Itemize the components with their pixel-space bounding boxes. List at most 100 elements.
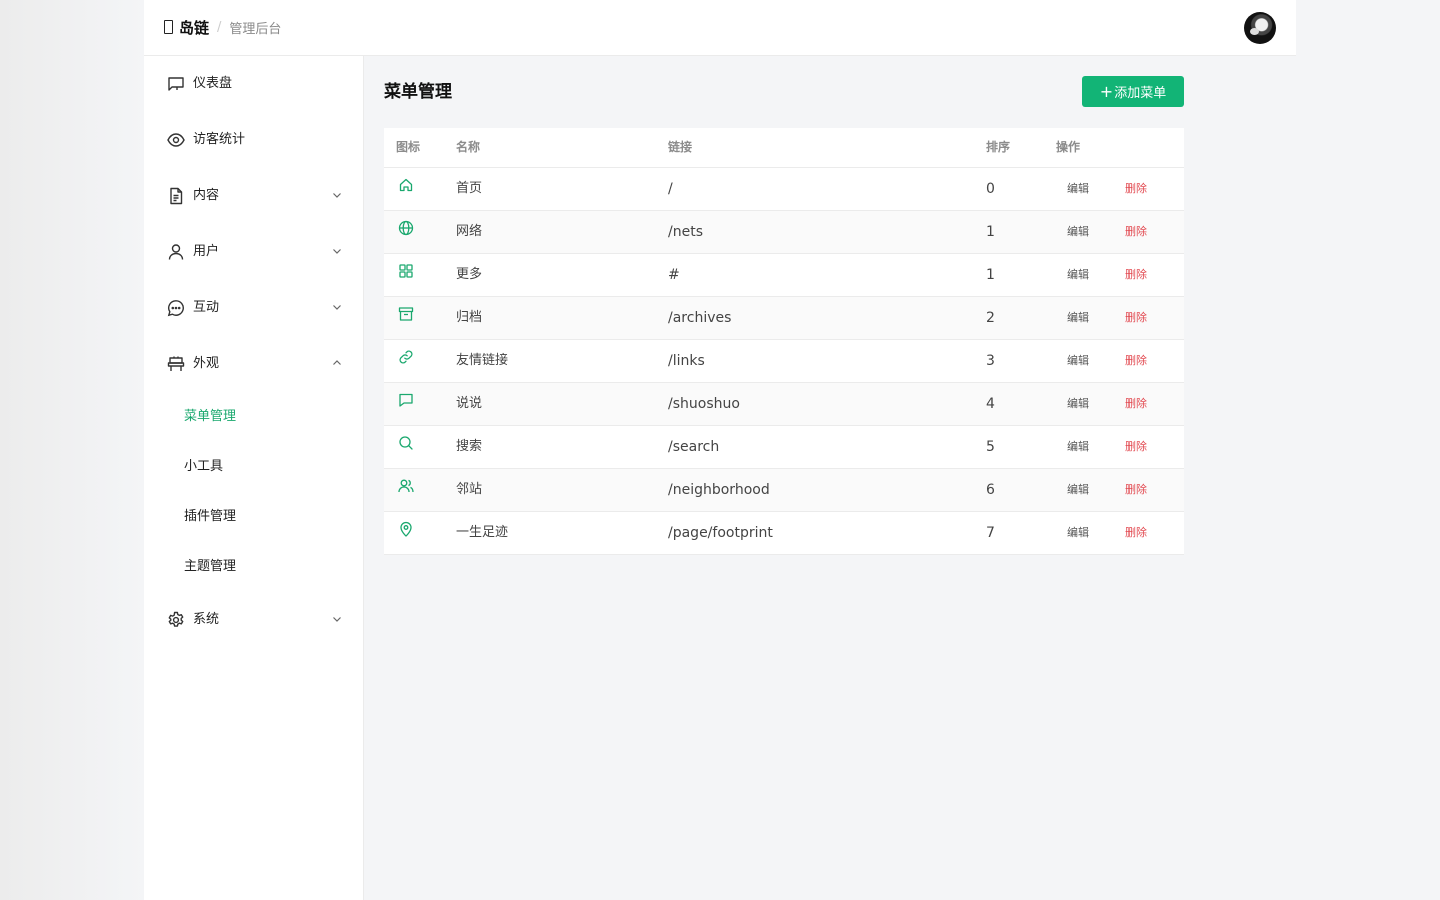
sidebar-subitem-themes[interactable]: 主题管理 [144,542,363,592]
sidebar-item-system[interactable]: 系统 [144,592,363,648]
chat-icon [167,299,185,317]
table-row: 一生足迹 /page/footprint 7 编辑 删除 [384,512,1184,555]
eye-icon [167,131,185,149]
top-bar: 岛链 / 管理后台 [144,0,1296,56]
brand-name: 岛链 [179,18,210,37]
sidebar-item-label: 系统 [193,612,220,627]
add-menu-button[interactable]: + 添加菜单 [1082,76,1184,107]
brand-separator: / [217,19,222,35]
appearance-icon [167,355,185,373]
sidebar-subitem-label: 插件管理 [184,509,237,524]
gear-icon [167,611,185,629]
column-header-order: 排序 [986,140,1011,154]
menu-order: 1 [986,267,995,283]
edit-button[interactable]: 编辑 [1067,397,1089,411]
menu-order: 6 [986,482,995,498]
menu-name: 更多 [456,267,483,282]
grid-icon [398,263,414,279]
delete-button[interactable]: 删除 [1125,440,1147,454]
menu-order: 1 [986,224,995,240]
dashboard-icon [167,75,185,93]
edit-button[interactable]: 编辑 [1067,354,1089,368]
menu-order: 3 [986,353,995,369]
sidebar-subitem-menu-management[interactable]: 菜单管理 [144,392,363,442]
delete-button[interactable]: 删除 [1125,483,1147,497]
edit-button[interactable]: 编辑 [1067,225,1089,239]
delete-button[interactable]: 删除 [1125,268,1147,282]
archive-icon [398,306,414,322]
delete-button[interactable]: 删除 [1125,225,1147,239]
delete-button[interactable]: 删除 [1125,311,1147,325]
sidebar-item-label: 互动 [193,300,220,315]
delete-button[interactable]: 删除 [1125,397,1147,411]
menu-name: 友情链接 [456,353,509,368]
plus-icon: + [1099,81,1114,101]
sidebar-item-content[interactable]: 内容 [144,168,363,224]
chevron-down-icon [331,613,343,625]
menu-name: 邻站 [456,482,483,497]
table-row: 说说 /shuoshuo 4 编辑 删除 [384,383,1184,426]
menu-link: /search [668,439,720,455]
sidebar-item-appearance[interactable]: 外观 [144,336,363,392]
table-row: 首页 / 0 编辑 删除 [384,168,1184,211]
sidebar-subitem-label: 小工具 [184,459,224,474]
sidebar-item-dashboard[interactable]: 仪表盘 [144,56,363,112]
table-row: 归档 /archives 2 编辑 删除 [384,297,1184,340]
delete-button[interactable]: 删除 [1125,526,1147,540]
menu-name: 一生足迹 [456,525,509,540]
menu-link: /nets [668,224,703,240]
menu-order: 5 [986,439,995,455]
link-icon [398,349,414,365]
user-icon [167,243,185,261]
sidebar-subitem-widgets[interactable]: 小工具 [144,442,363,492]
chevron-down-icon [331,245,343,257]
app-shell: 岛链 / 管理后台 仪表盘 访客统计 内容 用户 互动 外观 菜单管理 小工具 … [144,0,1296,900]
delete-button[interactable]: 删除 [1125,354,1147,368]
menu-link: /page/footprint [668,525,773,541]
table-row: 搜索 /search 5 编辑 删除 [384,426,1184,469]
edit-button[interactable]: 编辑 [1067,526,1089,540]
page-title: 菜单管理 [384,82,452,102]
menu-link: # [668,267,680,283]
menu-name: 说说 [456,396,483,411]
menu-link: /shuoshuo [668,396,740,412]
brand-subtitle: 管理后台 [229,21,282,37]
menu-link: / [668,181,673,197]
sidebar-item-label: 仪表盘 [193,76,233,91]
avatar[interactable] [1244,12,1276,44]
menu-order: 0 [986,181,995,197]
delete-button[interactable]: 删除 [1125,182,1147,196]
column-header-link: 链接 [668,140,693,154]
edit-button[interactable]: 编辑 [1067,182,1089,196]
edit-button[interactable]: 编辑 [1067,483,1089,497]
map-pin-icon [398,521,414,537]
table-row: 更多 # 1 编辑 删除 [384,254,1184,297]
sidebar-item-label: 内容 [193,188,220,203]
users-icon [398,478,414,494]
menu-order: 4 [986,396,995,412]
edit-button[interactable]: 编辑 [1067,440,1089,454]
search-icon [398,435,414,451]
sidebar-item-label: 访客统计 [193,132,246,147]
brand-logo-icon [164,20,173,34]
sidebar-subitem-plugins[interactable]: 插件管理 [144,492,363,542]
menu-order: 2 [986,310,995,326]
menu-link: /neighborhood [668,482,770,498]
edit-button[interactable]: 编辑 [1067,311,1089,325]
menu-order: 7 [986,525,995,541]
globe-icon [398,220,414,236]
brand[interactable]: 岛链 / 管理后台 [164,16,281,38]
chevron-down-icon [331,301,343,313]
sidebar-item-interaction[interactable]: 互动 [144,280,363,336]
edit-button[interactable]: 编辑 [1067,268,1089,282]
table-row: 友情链接 /links 3 编辑 删除 [384,340,1184,383]
menu-link: /archives [668,310,732,326]
chevron-up-icon [331,357,343,369]
sidebar-item-visitor-stats[interactable]: 访客统计 [144,112,363,168]
sidebar-subitem-label: 菜单管理 [184,409,237,424]
table-header: 图标 名称 链接 排序 操作 [384,128,1184,168]
menu-link: /links [668,353,705,369]
menu-name: 首页 [456,181,483,196]
menu-name: 网络 [456,224,483,239]
sidebar-item-users[interactable]: 用户 [144,224,363,280]
